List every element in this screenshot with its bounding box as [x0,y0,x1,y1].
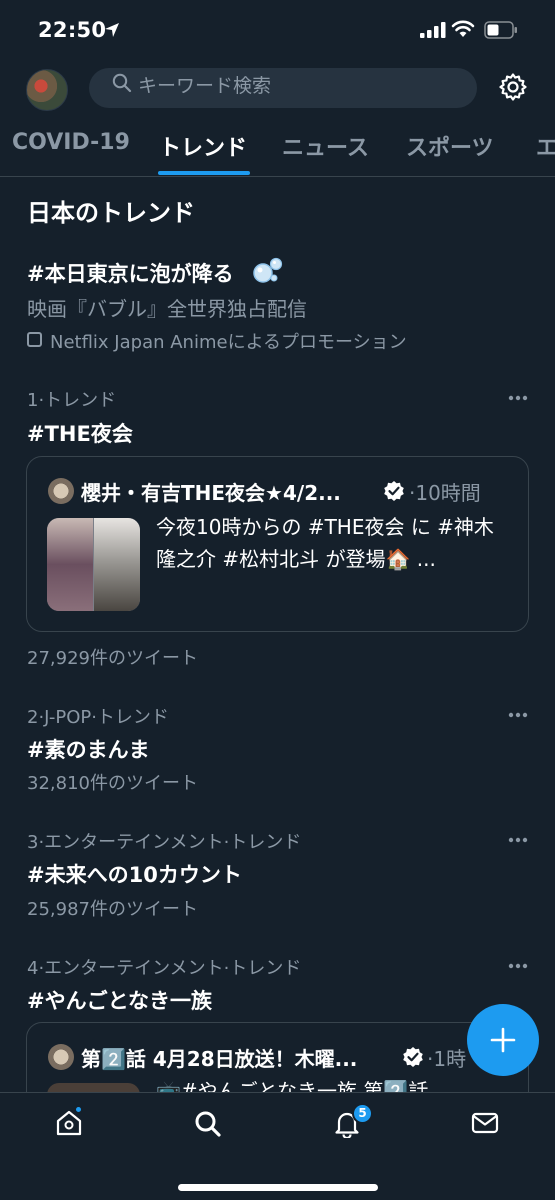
tweet-time: ·1時 [427,1047,467,1071]
tweet-text: 今夜10時からの #THE夜会 に #神木隆之介 #松村北斗 が登場🏠 ... [156,515,494,571]
plus-icon [490,1027,516,1053]
active-tab-indicator [158,171,250,175]
trend-meta: 4·エンターテインメント·トレンド [27,958,302,979]
section-title: 日本のトレンド [27,199,195,227]
wifi-icon [451,20,475,37]
tweet-author: 櫻井・有吉THE夜会★4/2... [81,481,341,505]
tab-news[interactable]: ニュース [282,130,369,162]
gear-icon[interactable] [498,72,528,102]
trend-title[interactable]: #素のまんま [27,734,150,764]
home-indicator [178,1184,378,1191]
tab-entertainment[interactable]: エ [536,130,555,162]
search-icon [112,73,132,93]
trend-meta: 1·トレンド [27,390,117,411]
search-nav-icon[interactable] [194,1110,222,1138]
location-arrow-icon [105,23,119,37]
tweet-author-avatar [48,478,74,504]
trend-meta: 3·エンターテインメント·トレンド [27,832,302,853]
tweet-author-avatar [48,1044,74,1070]
verified-badge-icon [403,1047,423,1067]
promoted-label: Netflix Japan Animeによるプロモーション [50,332,407,353]
promoted-title[interactable]: #本日東京に泡が降る [27,258,234,288]
more-icon[interactable] [508,837,528,843]
status-bar: 22:50 [0,0,555,60]
more-icon[interactable] [508,712,528,718]
tweet-image-left [47,518,93,611]
tweet-image[interactable] [47,518,140,611]
status-time: 22:50 [38,18,107,42]
more-icon[interactable] [508,963,528,969]
tweet-image-right [94,518,140,611]
tweet-count: 25,987件のツイート [27,899,198,920]
cellular-signal-icon [420,22,446,38]
promoted-icon [27,332,42,347]
notification-badge: 5 [352,1103,373,1124]
promoted-subtitle: 映画『バブル』全世界独占配信 [27,297,307,321]
battery-icon [484,21,517,39]
tab-trends[interactable]: トレンド [159,130,247,162]
tweet-time: ·10時間 [409,481,481,505]
trend-title[interactable]: #やんごとなき一族 [27,985,212,1015]
trend-title[interactable]: #THE夜会 [27,418,133,448]
explore-tabs: COVID-19 トレンド ニュース スポーツ エ [0,125,555,177]
more-icon[interactable] [508,395,528,401]
tweet-author: 第2️⃣話 4月28日放送！木曜... [81,1047,358,1071]
home-new-dot [74,1105,83,1114]
tab-sports[interactable]: スポーツ [406,130,494,162]
verified-badge-icon [384,481,404,501]
top-bar: キーワード検索 [0,62,555,118]
bubbles-icon [253,257,283,283]
tab-covid-19[interactable]: COVID-19 [12,130,130,155]
profile-avatar[interactable] [26,69,68,111]
bottom-nav: 5 [0,1092,555,1200]
messages-mail-icon[interactable] [471,1111,499,1135]
tweet-count: 27,929件のツイート [27,648,198,669]
tweet-count: 32,810件のツイート [27,773,198,794]
search-placeholder[interactable]: キーワード検索 [138,71,271,98]
compose-tweet-button[interactable] [467,1004,539,1076]
trend-meta: 2·J-POP·トレンド [27,707,169,728]
trend-title[interactable]: #未来への10カウント [27,859,242,889]
tweet-card[interactable]: 櫻井・有吉THE夜会★4/2... ·10時間 今夜10時からの #THE夜会 … [26,456,529,632]
